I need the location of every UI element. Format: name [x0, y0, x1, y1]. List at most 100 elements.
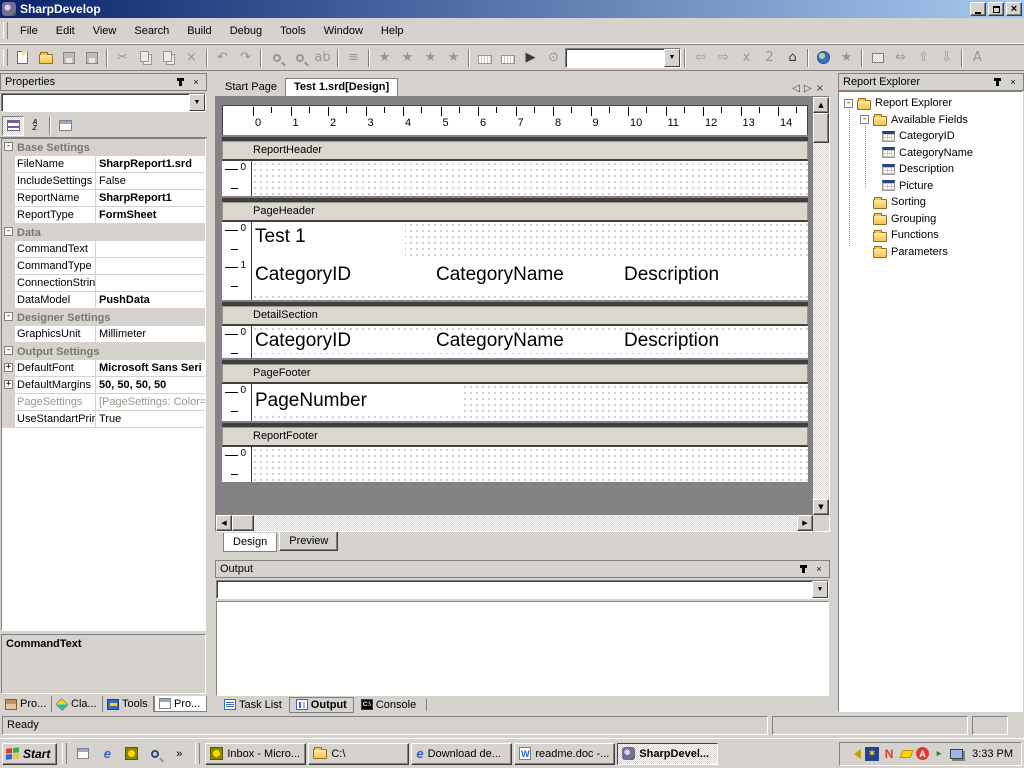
- designer-horizontal-scrollbar[interactable]: ◀ ▶: [216, 515, 813, 531]
- replace-icon[interactable]: ab: [311, 47, 334, 69]
- comment-icon[interactable]: ≡: [342, 47, 365, 69]
- tab-projects[interactable]: Pro...: [1, 696, 52, 712]
- stop-icon[interactable]: ⊙: [542, 47, 565, 69]
- title-bar[interactable]: SharpDevelop ×: [0, 0, 1024, 18]
- quicklaunch-search-icon[interactable]: [144, 743, 166, 765]
- scroll-down-icon[interactable]: ▼: [813, 499, 829, 515]
- report-item-page-number[interactable]: PageNumber: [253, 386, 463, 415]
- property-row[interactable]: UseStandartPrirTrue: [2, 411, 205, 428]
- scroll-left-icon[interactable]: ◀: [216, 515, 232, 531]
- report-explorer-close-icon[interactable]: ×: [1006, 76, 1020, 89]
- property-row[interactable]: IncludeSettingsFalse: [2, 173, 205, 190]
- bookmarks-icon[interactable]: ★: [835, 47, 858, 69]
- property-row[interactable]: GraphicsUnitMillimeter: [2, 326, 205, 343]
- property-category[interactable]: -Output Settings: [2, 343, 205, 360]
- bookmark-prev-icon[interactable]: ★: [396, 47, 419, 69]
- categorized-view-icon[interactable]: [2, 116, 24, 136]
- browser-refresh-icon[interactable]: 2: [758, 47, 781, 69]
- ati-tray-icon[interactable]: [899, 747, 913, 761]
- close-button[interactable]: ×: [1006, 2, 1022, 16]
- taskbar-button-explorer[interactable]: C:\: [308, 743, 409, 765]
- property-row[interactable]: CommandText: [2, 241, 205, 258]
- report-designer[interactable]: 01234567891011121314 ReportHeader 0: [215, 96, 830, 532]
- find-in-files-icon[interactable]: [288, 47, 311, 69]
- tab-scroll-left-icon[interactable]: ◁: [792, 83, 800, 94]
- find-icon[interactable]: [265, 47, 288, 69]
- left-splitter[interactable]: [207, 71, 215, 713]
- undo-icon[interactable]: ↶: [211, 47, 234, 69]
- home-icon[interactable]: ⌂: [781, 47, 804, 69]
- tree-item-sorting[interactable]: Sorting: [842, 194, 1022, 211]
- menu-item[interactable]: Help: [372, 22, 413, 40]
- browser-stop-icon[interactable]: x: [735, 47, 758, 69]
- horizontal-scroll-thumb[interactable]: [232, 515, 254, 531]
- tab-console[interactable]: C:\Console: [355, 697, 422, 713]
- taskbar-button-download[interactable]: eDownload de...: [411, 743, 512, 765]
- properties-close-icon[interactable]: ×: [189, 76, 203, 89]
- tab-task-list[interactable]: Task List: [218, 697, 288, 713]
- tree-item-grouping[interactable]: Grouping: [842, 211, 1022, 228]
- properties-pin-icon[interactable]: [173, 76, 187, 89]
- section-page-footer[interactable]: PageFooter 0 PageNumber: [222, 364, 808, 421]
- delete-icon[interactable]: ×: [180, 47, 203, 69]
- tree-item-available-fields[interactable]: -Available Fields: [842, 112, 1022, 129]
- taskbar-button-inbox[interactable]: Inbox - Micro...: [205, 743, 306, 765]
- tab-preview[interactable]: Preview: [279, 531, 338, 551]
- property-row[interactable]: PageSettings[PageSettings: Color=: [2, 394, 205, 411]
- bookmark-toggle-icon[interactable]: ★: [373, 47, 396, 69]
- tab-close-icon[interactable]: ×: [816, 83, 824, 94]
- menu-item[interactable]: File: [11, 22, 47, 40]
- output-category-combobox[interactable]: ▼: [216, 580, 829, 599]
- tab-output[interactable]: Output: [289, 697, 354, 713]
- save-icon[interactable]: [57, 47, 80, 69]
- report-explorer-pin-icon[interactable]: [990, 76, 1004, 89]
- designer-vertical-scrollbar[interactable]: ▲ ▼: [813, 97, 829, 515]
- menu-item[interactable]: Window: [315, 22, 372, 40]
- menu-item[interactable]: Debug: [221, 22, 271, 40]
- menu-item[interactable]: Search: [125, 22, 178, 40]
- cut-icon[interactable]: ✂: [111, 47, 134, 69]
- tree-item-categoryname[interactable]: CategoryName: [842, 145, 1022, 162]
- copy-icon[interactable]: [134, 47, 157, 69]
- tab-test1-design[interactable]: Test 1.srd[Design]: [285, 78, 398, 96]
- minimize-button[interactable]: [970, 2, 986, 16]
- menu-item[interactable]: Tools: [271, 22, 315, 40]
- move-down-icon[interactable]: ⇩: [935, 47, 958, 69]
- messenger-icon[interactable]: ✶: [865, 747, 879, 761]
- restore-button[interactable]: [988, 2, 1004, 16]
- volume-icon[interactable]: [848, 747, 862, 761]
- output-text-area[interactable]: [216, 601, 829, 696]
- properties-combo-dropdown-icon[interactable]: ▼: [189, 94, 205, 111]
- network-icon[interactable]: [949, 747, 963, 761]
- output-close-icon[interactable]: ×: [812, 563, 826, 576]
- menu-grip[interactable]: [3, 22, 8, 40]
- property-row[interactable]: DataModelPushData: [2, 292, 205, 309]
- property-row[interactable]: +DefaultMargins50, 50, 50, 50: [2, 377, 205, 394]
- tree-item-description[interactable]: Description: [842, 161, 1022, 178]
- property-row[interactable]: ConnectionStrin: [2, 275, 205, 292]
- report-item-field[interactable]: CategoryName: [436, 331, 564, 350]
- report-item-column[interactable]: CategoryName: [436, 265, 564, 284]
- menu-item[interactable]: Edit: [47, 22, 84, 40]
- report-item-field[interactable]: Description: [624, 331, 719, 350]
- quicklaunch-desktop-icon[interactable]: [72, 743, 94, 765]
- property-row[interactable]: CommandType: [2, 258, 205, 275]
- menu-item[interactable]: Build: [178, 22, 220, 40]
- taskbar-button-sharpdevelop[interactable]: SharpDevel...: [617, 743, 718, 765]
- toolbar-grip[interactable]: [3, 49, 8, 67]
- property-row[interactable]: FileNameSharpReport1.srd: [2, 156, 205, 173]
- report-item-field[interactable]: CategoryID: [255, 331, 351, 350]
- section-page-header[interactable]: PageHeader 0 1 Test 1 Categ: [222, 202, 808, 300]
- antivirus-icon[interactable]: A: [916, 747, 929, 760]
- alphabetical-sort-icon[interactable]: AZ: [24, 116, 46, 136]
- quicklaunch-outlook-icon[interactable]: [120, 743, 142, 765]
- bookmark-clear-icon[interactable]: ★: [442, 47, 465, 69]
- move-up-icon[interactable]: ⇧: [912, 47, 935, 69]
- save-all-icon[interactable]: [80, 47, 103, 69]
- section-report-header[interactable]: ReportHeader 0: [222, 141, 808, 196]
- report-item-title[interactable]: Test 1: [253, 222, 405, 259]
- browser-forward-icon[interactable]: ⇨: [712, 47, 735, 69]
- indent-icon[interactable]: [473, 47, 496, 69]
- redo-icon[interactable]: ↷: [234, 47, 257, 69]
- combo-dropdown-icon[interactable]: ▼: [664, 49, 680, 67]
